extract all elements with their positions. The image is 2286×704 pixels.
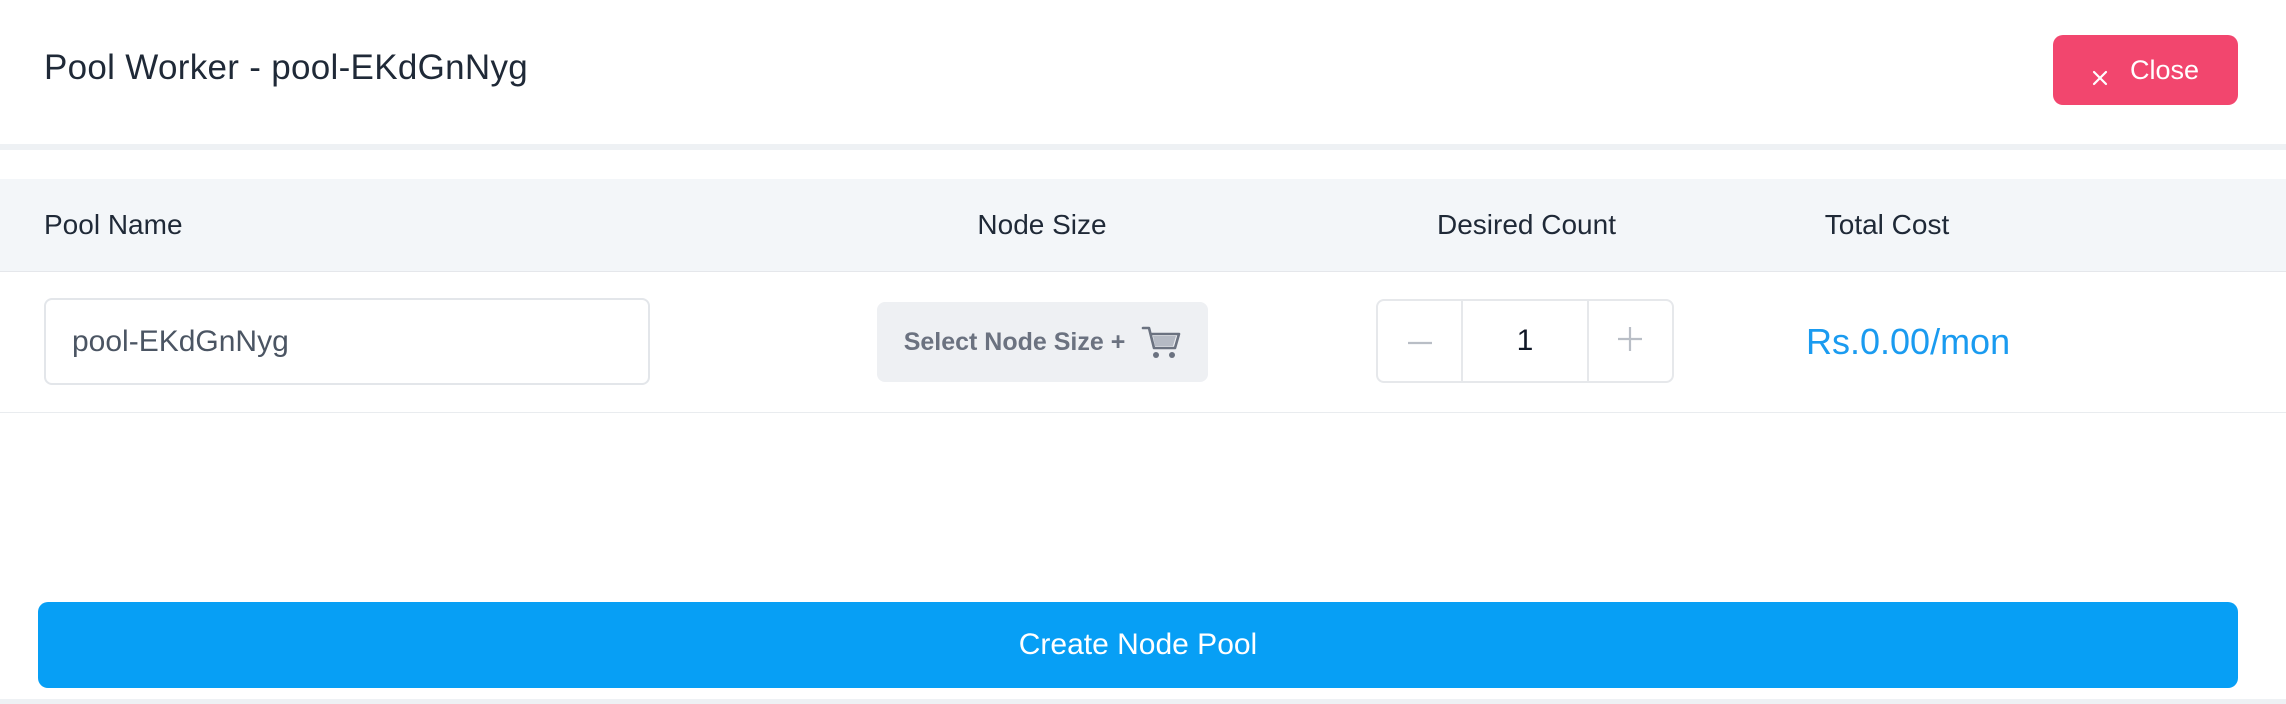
decrement-button[interactable] [1378,301,1461,381]
close-button[interactable]: Close [2053,35,2238,105]
minus-icon [1407,332,1433,350]
select-node-size-label: Select Node Size + [903,327,1126,356]
pool-name-input[interactable] [44,298,650,385]
desired-count-value[interactable]: 1 [1461,301,1589,381]
increment-button[interactable] [1589,301,1672,381]
table-header: Pool Name Node Size Desired Count Total … [0,179,2286,272]
select-node-size-button[interactable]: Select Node Size + [877,302,1208,382]
column-header-total-cost: Total Cost [1824,209,1950,240]
bottom-divider [0,699,2286,704]
plus-icon [1617,326,1643,357]
column-header-pool-name: Pool Name [44,209,183,240]
close-button-label: Close [2129,54,2200,85]
modal-header: Pool Worker - pool-EKdGnNyg Close [0,0,2286,150]
total-cost-value: Rs.0.00/mon [1806,320,2011,362]
create-node-pool-button[interactable]: Create Node Pool [38,602,2238,688]
modal-title: Pool Worker - pool-EKdGnNyg [44,48,529,87]
close-icon [2092,62,2108,86]
cart-icon [1141,324,1181,360]
table-row: Select Node Size + 1 [0,271,2286,413]
desired-count-stepper: 1 [1376,299,1674,383]
column-header-node-size: Node Size [977,209,1107,240]
column-header-desired-count: Desired Count [1437,209,1616,240]
